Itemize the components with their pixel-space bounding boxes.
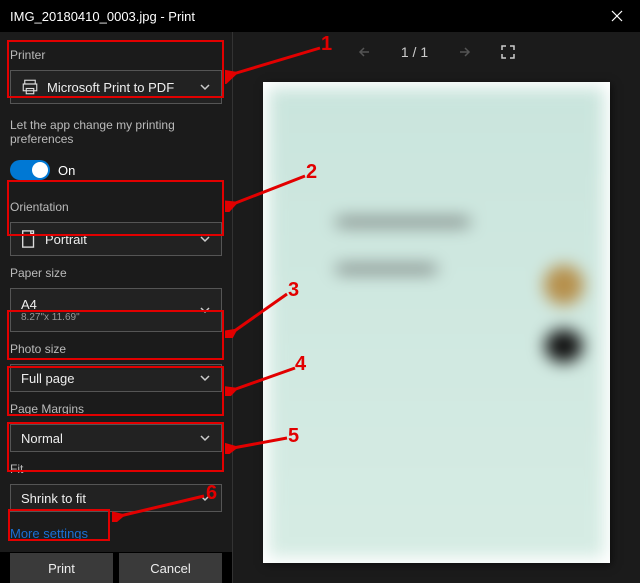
annotation-number: 3 [288,279,299,302]
chevron-down-icon [199,81,211,93]
printing-pref-label: Let the app change my printing preferenc… [10,118,222,146]
printing-pref-toggle[interactable] [10,160,50,180]
close-icon [611,10,623,22]
preview-nav: 1 / 1 [233,32,640,72]
settings-panel: Printer Microsoft Print to PDF Let the a… [0,32,232,583]
chevron-down-icon [199,304,211,316]
page-margins-value: Normal [21,431,63,446]
print-button[interactable]: Print [10,553,113,583]
photo-size-value: Full page [21,371,74,386]
printer-dropdown[interactable]: Microsoft Print to PDF [10,70,222,104]
orientation-label: Orientation [10,200,222,214]
portrait-icon [21,230,37,248]
prev-page-button[interactable] [357,44,373,60]
close-button[interactable] [594,0,640,32]
toggle-state: On [58,163,75,178]
preview-pane: 1 / 1 [232,32,640,583]
annotation-number: 6 [206,482,217,505]
annotation-number: 2 [306,161,317,184]
photo-size-label: Photo size [10,342,222,356]
paper-size-dim: 8.27"x 11.69" [21,312,80,323]
fit-label: Fit [10,462,222,476]
more-settings-link[interactable]: More settings [10,526,222,541]
paper-size-value: A4 [21,297,37,312]
annotation-number: 4 [295,353,306,376]
paper-size-dropdown[interactable]: A4 8.27"x 11.69" [10,288,222,332]
paper-size-label: Paper size [10,266,222,280]
annotation-number: 1 [321,33,332,56]
orientation-value: Portrait [45,232,87,247]
printer-label: Printer [10,48,222,62]
next-page-button[interactable] [456,44,472,60]
fit-value: Shrink to fit [21,491,86,506]
fit-dropdown[interactable]: Shrink to fit [10,484,222,512]
window-title: IMG_20180410_0003.jpg - Print [10,9,195,24]
photo-size-dropdown[interactable]: Full page [10,364,222,392]
title-bar: IMG_20180410_0003.jpg - Print [0,0,640,32]
page-preview [263,82,610,563]
annotation-number: 5 [288,425,299,448]
page-margins-label: Page Margins [10,402,222,416]
page-indicator: 1 / 1 [401,44,428,60]
orientation-dropdown[interactable]: Portrait [10,222,222,256]
printer-icon [21,78,39,96]
chevron-down-icon [199,432,211,444]
page-margins-dropdown[interactable]: Normal [10,424,222,452]
cancel-button[interactable]: Cancel [119,553,222,583]
fullscreen-icon[interactable] [500,44,516,60]
chevron-down-icon [199,233,211,245]
chevron-down-icon [199,372,211,384]
printer-value: Microsoft Print to PDF [47,80,174,95]
